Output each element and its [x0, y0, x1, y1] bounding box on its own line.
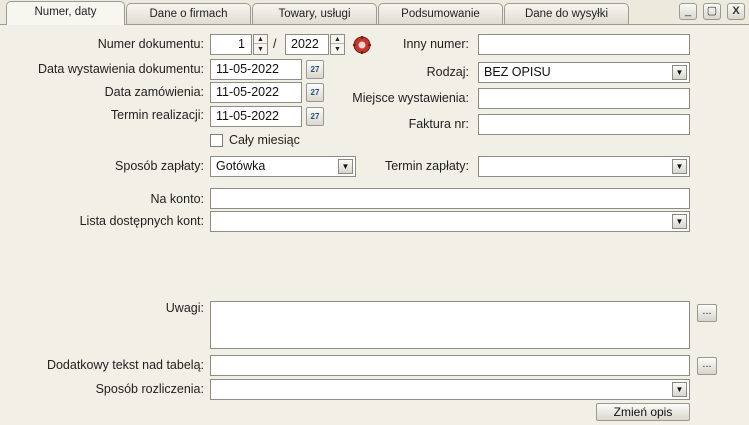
- calendar-icon[interactable]: 27: [306, 107, 324, 126]
- rodzaj-label: Rodzaj:: [426, 65, 469, 79]
- faktura-nr-label: Faktura nr:: [408, 117, 469, 131]
- spin-up-icon[interactable]: ▲: [331, 35, 344, 44]
- sposob-zaplaty-select[interactable]: Gotówka ▼: [210, 156, 356, 177]
- caly-miesiac-label: Cały miesiąc: [229, 133, 300, 147]
- minimize-icon: _: [684, 5, 692, 17]
- calendar-icon[interactable]: 27: [306, 83, 324, 102]
- numbering-settings-icon[interactable]: [352, 35, 372, 55]
- uwagi-more-button[interactable]: ...: [697, 304, 717, 322]
- sposob-rozliczenia-select[interactable]: ▼: [210, 379, 690, 400]
- dodatkowy-tekst-input[interactable]: [210, 355, 690, 376]
- uwagi-textarea[interactable]: [210, 301, 690, 349]
- tab-strip: Numer, daty Dane o firmach Towary, usług…: [0, 0, 749, 25]
- sposob-zaplaty-label: Sposób zapłaty:: [115, 159, 204, 173]
- tab-dane-o-firmach[interactable]: Dane o firmach: [126, 3, 251, 24]
- uwagi-label: Uwagi:: [165, 301, 204, 315]
- zmien-opis-button[interactable]: Zmień opis: [596, 403, 690, 421]
- dodatkowy-tekst-more-button[interactable]: ...: [697, 357, 717, 375]
- chevron-down-icon[interactable]: ▼: [672, 65, 687, 80]
- maximize-icon: ▢: [706, 5, 718, 17]
- inny-numer-label: Inny numer:: [402, 37, 469, 51]
- lista-kont-label: Lista dostępnych kont:: [79, 214, 204, 228]
- spin-down-icon[interactable]: ▼: [331, 45, 344, 54]
- numer-dokumentu-input[interactable]: 1: [210, 34, 252, 55]
- maximize-button[interactable]: ▢: [703, 3, 721, 20]
- tab-podsumowanie[interactable]: Podsumowanie: [378, 3, 503, 24]
- lista-kont-select[interactable]: ▼: [210, 211, 690, 232]
- termin-realizacji-input[interactable]: 11-05-2022: [210, 106, 302, 127]
- data-zamowienia-label: Data zamówienia:: [104, 85, 204, 99]
- chevron-down-icon[interactable]: ▼: [672, 214, 687, 229]
- numer-spinner[interactable]: ▲ ▼: [253, 34, 268, 55]
- sposob-rozliczenia-label: Sposób rozliczenia:: [95, 382, 204, 396]
- calendar-icon[interactable]: 27: [306, 60, 324, 79]
- rok-spinner[interactable]: ▲ ▼: [330, 34, 345, 55]
- na-konto-label: Na konto:: [150, 192, 204, 206]
- spin-up-icon[interactable]: ▲: [254, 35, 267, 44]
- data-wystawienia-label: Data wystawienia dokumentu:: [37, 62, 204, 76]
- miejsce-wystawienia-label: Miejsce wystawienia:: [352, 91, 469, 105]
- sposob-zaplaty-value: Gotówka: [216, 159, 266, 173]
- termin-zaplaty-select[interactable]: ▼: [478, 156, 690, 177]
- chevron-down-icon[interactable]: ▼: [672, 382, 687, 397]
- rok-input[interactable]: 2022: [285, 34, 329, 55]
- inny-numer-input[interactable]: [478, 34, 690, 55]
- chevron-down-icon[interactable]: ▼: [338, 159, 353, 174]
- rodzaj-value: BEZ OPISU: [484, 65, 551, 79]
- spin-down-icon[interactable]: ▼: [254, 45, 267, 54]
- termin-realizacji-label: Termin realizacji:: [110, 108, 204, 122]
- caly-miesiac-checkbox[interactable]: [210, 134, 223, 147]
- miejsce-wystawienia-input[interactable]: [478, 88, 690, 109]
- close-button[interactable]: X: [727, 3, 745, 20]
- chevron-down-icon[interactable]: ▼: [672, 159, 687, 174]
- tab-towary-uslugi[interactable]: Towary, usługi: [252, 3, 377, 24]
- data-wystawienia-input[interactable]: 11-05-2022: [210, 59, 302, 80]
- termin-zaplaty-label: Termin zapłaty:: [384, 159, 469, 173]
- data-zamowienia-input[interactable]: 11-05-2022: [210, 82, 302, 103]
- faktura-nr-input[interactable]: [478, 114, 690, 135]
- na-konto-input[interactable]: [210, 188, 690, 209]
- minimize-button[interactable]: _: [679, 3, 697, 20]
- numer-dokumentu-label: Numer dokumentu:: [97, 37, 204, 51]
- dodatkowy-tekst-label: Dodatkowy tekst nad tabelą:: [46, 358, 204, 372]
- numer-separator: /: [273, 37, 277, 51]
- tab-dane-do-wysylki[interactable]: Dane do wysyłki: [504, 3, 629, 24]
- tab-numer-daty[interactable]: Numer, daty: [6, 1, 125, 25]
- close-icon: X: [732, 5, 740, 17]
- rodzaj-select[interactable]: BEZ OPISU ▼: [478, 62, 690, 83]
